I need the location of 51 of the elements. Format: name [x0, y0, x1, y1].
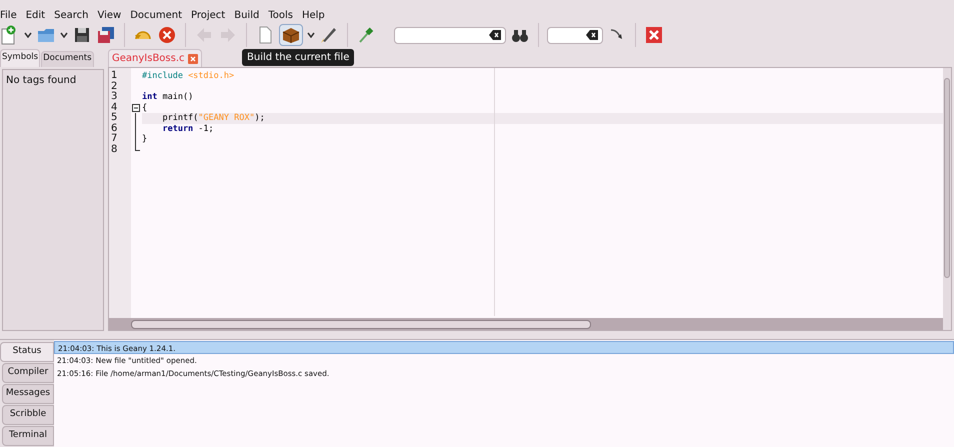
brick-icon: [281, 26, 301, 44]
sidebar-tab[interactable]: Symbols: [0, 49, 40, 67]
panel-tab[interactable]: Compiler: [2, 363, 54, 383]
panel-tab[interactable]: Status: [0, 342, 54, 362]
line-number: 3: [111, 92, 118, 102]
menu-item[interactable]: Help: [296, 8, 328, 22]
sidebar-tab[interactable]: Documents: [41, 51, 94, 67]
horizontal-scrollbar[interactable]: [109, 318, 943, 330]
caret-icon[interactable]: [24, 32, 32, 38]
menu-item[interactable]: Edit: [20, 8, 48, 22]
line-number: 4: [111, 102, 118, 112]
menu-item[interactable]: Build: [228, 8, 262, 22]
close-icon[interactable]: [157, 25, 177, 45]
line-number: 2: [111, 82, 118, 92]
search-field[interactable]: [394, 26, 506, 44]
panel-tab[interactable]: Terminal: [2, 426, 54, 446]
code-line: }: [142, 134, 148, 144]
line-number: 5: [111, 113, 118, 124]
code-line: printf("GEANY ROX");: [161, 113, 265, 123]
menu-item[interactable]: Search: [48, 8, 92, 22]
menu-item[interactable]: Project: [185, 8, 228, 22]
panel-tab[interactable]: Scribble: [2, 405, 54, 425]
line-number: 8: [111, 144, 118, 155]
quit-icon[interactable]: [644, 25, 664, 45]
line-number: 6: [111, 124, 118, 134]
caret-icon[interactable]: [60, 32, 68, 38]
clear-icon[interactable]: [586, 30, 598, 40]
code-line: #include <stdio.h>: [142, 71, 234, 81]
vertical-scrollbar[interactable]: [943, 68, 951, 330]
build-button[interactable]: [279, 24, 303, 46]
menu-item[interactable]: Document: [124, 8, 186, 22]
fold-marker-icon[interactable]: [132, 104, 140, 112]
line-number: 1: [111, 71, 118, 82]
code-line: {: [142, 102, 148, 112]
build-tooltip: Build the current file: [242, 49, 354, 66]
stacked-disks-icon[interactable]: [96, 25, 116, 45]
fold-end: [135, 144, 140, 150]
menu-item[interactable]: File: [0, 8, 20, 22]
menu-item[interactable]: View: [91, 8, 124, 22]
empty-message: No tags found: [6, 74, 78, 88]
tab-title: GeanyIsBoss.c: [112, 52, 185, 66]
clear-icon[interactable]: [489, 30, 501, 40]
code-line: return -1;: [161, 124, 214, 134]
line-number: 7: [111, 134, 118, 144]
code-line: int main(): [142, 92, 194, 102]
menu-item[interactable]: Tools: [262, 8, 296, 22]
caret-icon[interactable]: [307, 32, 315, 38]
line-number-field[interactable]: [547, 26, 603, 44]
close-icon[interactable]: [188, 54, 198, 64]
editor-tab[interactable]: GeanyIsBoss.c: [108, 49, 202, 67]
panel-tab[interactable]: Messages: [2, 384, 54, 404]
